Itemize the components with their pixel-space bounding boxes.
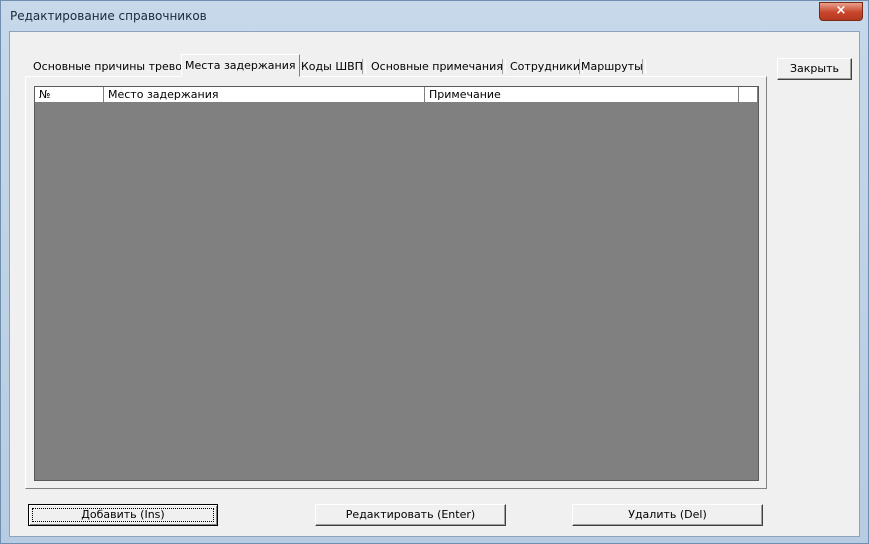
window-title: Редактирование справочников <box>10 9 207 23</box>
data-grid[interactable]: № Место задержания Примечание <box>34 86 759 481</box>
column-header-note[interactable]: Примечание <box>425 87 739 102</box>
close-button[interactable]: Закрыть <box>777 58 852 80</box>
column-header-number[interactable]: № <box>35 87 104 102</box>
tab-routes[interactable]: Маршруты <box>581 57 646 77</box>
button-label: Редактировать (Enter) <box>345 508 476 521</box>
tab-detention-places[interactable]: Места задержания <box>181 54 300 77</box>
edit-button[interactable]: Редактировать (Enter) <box>315 504 506 526</box>
tab-label: Коды ШВП <box>301 60 363 73</box>
tab-label: Основные причины тревог <box>33 60 188 73</box>
tab-employees[interactable]: Сотрудники <box>510 57 584 77</box>
close-icon: × <box>835 3 847 18</box>
tab-main-notes[interactable]: Основные примечания <box>371 57 506 77</box>
column-header-place[interactable]: Место задержания <box>104 87 425 102</box>
dialog-window: Редактирование справочников × Основные п… <box>0 0 869 544</box>
title-bar[interactable]: Редактирование справочников × <box>1 1 868 31</box>
window-close-button[interactable]: × <box>819 2 863 21</box>
column-header-extra[interactable] <box>739 87 758 102</box>
tab-label: Маршруты <box>581 60 643 73</box>
tab-label: Места задержания <box>185 59 296 72</box>
grid-header: № Место задержания Примечание <box>35 87 758 102</box>
delete-button[interactable]: Удалить (Del) <box>572 504 763 526</box>
button-label: Удалить (Del) <box>628 508 707 521</box>
add-button[interactable]: Добавить (Ins) <box>28 504 218 526</box>
tab-label: Сотрудники <box>510 60 581 73</box>
tab-alarm-reasons[interactable]: Основные причины тревог <box>33 57 191 77</box>
button-label: Закрыть <box>790 62 839 75</box>
tab-label: Основные примечания <box>371 60 503 73</box>
tab-shvp-codes[interactable]: Коды ШВП <box>301 57 366 77</box>
